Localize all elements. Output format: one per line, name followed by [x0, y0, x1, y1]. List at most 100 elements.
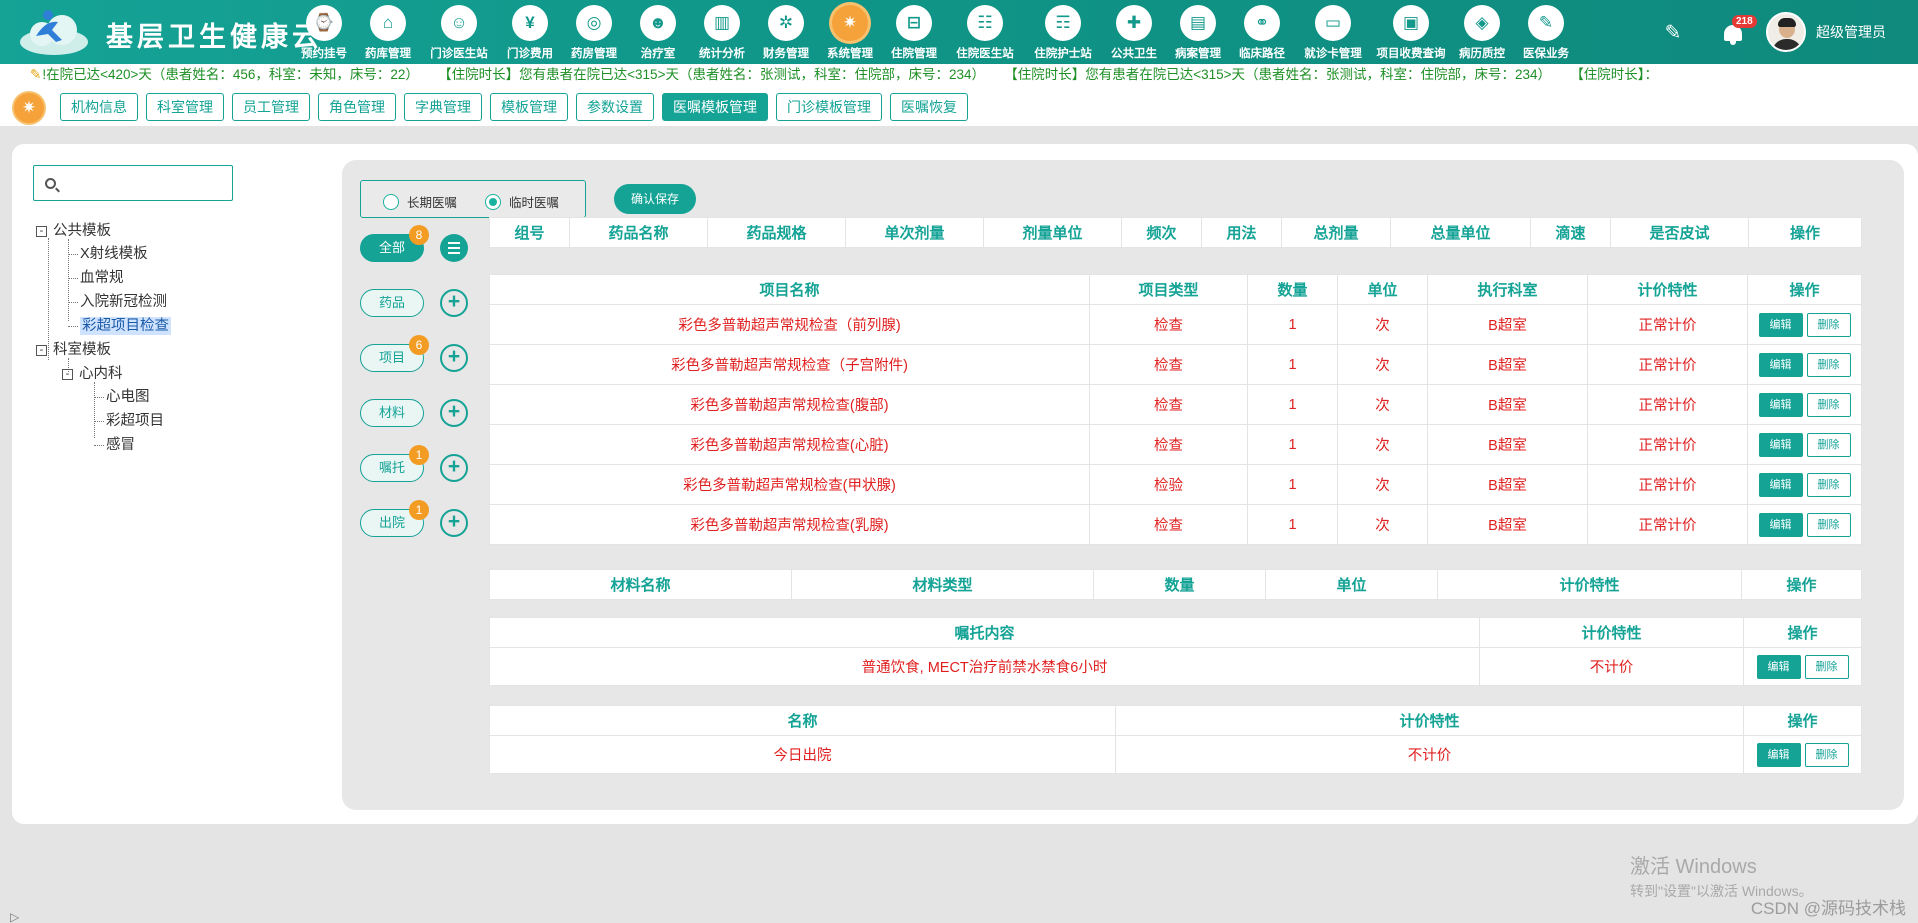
delete-button[interactable]: 删除 — [1806, 432, 1851, 457]
nav-item[interactable]: ⊟ 住院管理 — [882, 0, 946, 64]
tab-module[interactable]: 参数设置 — [576, 93, 654, 121]
nav-item[interactable]: ◈ 病历质控 — [1450, 0, 1514, 64]
list-menu-icon[interactable] — [440, 234, 468, 262]
row-actions: 编辑 删除 — [1747, 464, 1862, 505]
delete-button[interactable]: 删除 — [1804, 654, 1849, 679]
discharge-table: 名称 计价特性 操作 今日出院 不计价 编辑 删除 — [489, 705, 1862, 774]
nav-item[interactable]: ▤ 病案管理 — [1166, 0, 1230, 64]
table-cell: B超室 — [1427, 304, 1588, 345]
tab-module[interactable]: 医嘱恢复 — [890, 93, 968, 121]
nav-item-label: 病案管理 — [1175, 48, 1221, 60]
add-discharge-icon[interactable]: + — [440, 509, 468, 537]
nav-item[interactable]: ☷ 住院医生站 — [946, 0, 1024, 64]
tab-module[interactable]: 模板管理 — [490, 93, 568, 121]
category-all[interactable]: 全部 8 — [360, 225, 429, 262]
column-header: 药品规格 — [707, 217, 846, 248]
table-cell: 检查 — [1089, 424, 1248, 465]
tab-module[interactable]: 字典管理 — [404, 93, 482, 121]
edit-button[interactable]: 编辑 — [1758, 432, 1803, 457]
tab-module[interactable]: 员工管理 — [232, 93, 310, 121]
edit-button[interactable]: 编辑 — [1758, 352, 1803, 377]
tab-module[interactable]: 科室管理 — [146, 93, 224, 121]
add-entrust-icon[interactable]: + — [440, 454, 468, 482]
edit-button[interactable]: 编辑 — [1756, 742, 1801, 767]
top-header: 基层卫生健康云 ⌚ 预约挂号 ⌂ 药库管理 ☺ 门诊医生站 ¥ 门诊费用 ◎ 药房管理 ☻ 治疗室 ▥ 统… — [0, 0, 1918, 64]
nav-item[interactable]: ☺ 门诊医生站 — [420, 0, 498, 64]
nav-item-label: 药房管理 — [571, 48, 617, 60]
template-panel: 长期医嘱 临时医嘱 确认保存 全部 8 药品 + 项目 6 + 材料 + 嘱托 1 +… — [342, 160, 1904, 810]
nav-item[interactable]: ⌂ 药库管理 — [356, 0, 420, 64]
radio-temporary[interactable]: 临时医嘱 — [485, 192, 559, 211]
collapse-toggle-icon[interactable]: - — [36, 226, 47, 237]
tree-search[interactable] — [33, 165, 233, 201]
nav-item-label: 预约挂号 — [301, 48, 347, 60]
table-cell: 今日出院 — [489, 735, 1116, 774]
tree-node-ultrasound-items[interactable]: 彩超项目 — [106, 410, 164, 432]
category-material[interactable]: 材料 — [360, 399, 424, 427]
edit-pencil-icon[interactable]: ✎ — [1656, 20, 1690, 45]
nav-item[interactable]: ✲ 财务管理 — [754, 0, 818, 64]
delete-button[interactable]: 删除 — [1806, 392, 1851, 417]
edit-button[interactable]: 编辑 — [1758, 312, 1803, 337]
tab-module[interactable]: 门诊模板管理 — [776, 93, 882, 121]
nav-item-label: 医保业务 — [1523, 48, 1569, 60]
radio-dot[interactable] — [383, 193, 399, 210]
tree-node-ecg[interactable]: 心电图 — [106, 386, 150, 408]
tab-module[interactable]: 机构信息 — [60, 93, 138, 121]
user-name[interactable]: 超级管理员 — [1816, 22, 1886, 42]
nav-item[interactable]: ✷ 系统管理 — [818, 0, 882, 64]
avatar[interactable] — [1766, 12, 1806, 52]
edit-button[interactable]: 编辑 — [1756, 654, 1801, 679]
notification-bell-icon[interactable]: 218 — [1718, 15, 1757, 47]
category-item[interactable]: 项目 6 — [360, 335, 429, 372]
tree-node-cold[interactable]: 感冒 — [106, 434, 135, 456]
nav-item[interactable]: ▭ 就诊卡管理 — [1294, 0, 1372, 64]
tab-module[interactable]: 医嘱模板管理 — [662, 93, 768, 121]
category-drug[interactable]: 药品 — [360, 289, 424, 317]
delete-button[interactable]: 删除 — [1806, 512, 1851, 537]
add-material-icon[interactable]: + — [440, 399, 468, 427]
delete-button[interactable]: 删除 — [1806, 352, 1851, 377]
add-item-icon[interactable]: + — [440, 344, 468, 372]
category-discharge[interactable]: 出院 1 — [360, 500, 429, 537]
confirm-save-button[interactable]: 确认保存 — [614, 184, 696, 214]
tree-node-blood[interactable]: 血常规 — [80, 267, 124, 289]
table-cell: 检查 — [1089, 344, 1248, 385]
nav-item-label: 系统管理 — [827, 48, 873, 60]
tree-node-covid[interactable]: 入院新冠检测 — [80, 291, 167, 313]
edit-button[interactable]: 编辑 — [1758, 472, 1803, 497]
nav-item[interactable]: ◎ 药房管理 — [562, 0, 626, 64]
collapse-toggle-icon[interactable]: - — [36, 345, 47, 356]
delete-button[interactable]: 删除 — [1806, 312, 1851, 337]
search-input[interactable] — [64, 170, 224, 196]
ward-doctor-icon: ☷ — [967, 5, 1003, 41]
delete-button[interactable]: 删除 — [1806, 472, 1851, 497]
nav-item[interactable]: ⚭ 临床路径 — [1230, 0, 1294, 64]
header-right: ✎ 218 超级管理员 — [1656, 0, 1918, 64]
nav-item-label: 门诊医生站 — [430, 48, 488, 60]
table-cell: B超室 — [1427, 424, 1588, 465]
category-entrust[interactable]: 嘱托 1 — [360, 445, 429, 482]
nav-item[interactable]: ☻ 治疗室 — [626, 0, 690, 64]
nav-item[interactable]: ⌚ 预约挂号 — [292, 0, 356, 64]
edit-button[interactable]: 编辑 — [1758, 392, 1803, 417]
radio-long-term[interactable]: 长期医嘱 — [383, 192, 457, 211]
nav-item[interactable]: ✚ 公共卫生 — [1102, 0, 1166, 64]
nav-item[interactable]: ¥ 门诊费用 — [498, 0, 562, 64]
radio-dot-selected[interactable] — [485, 193, 501, 210]
delete-button[interactable]: 删除 — [1804, 742, 1849, 767]
nav-item[interactable]: ▣ 项目收费查询 — [1372, 0, 1450, 64]
tree-node-ultrasound[interactable]: 彩超项目检查 — [80, 315, 171, 337]
pill-icon: ◎ — [576, 5, 612, 41]
nav-item[interactable]: ✎ 医保业务 — [1514, 0, 1578, 64]
table-cell: 彩色多普勒超声常规检查(甲状腺) — [489, 464, 1090, 505]
tab-module[interactable]: 角色管理 — [318, 93, 396, 121]
edit-button[interactable]: 编辑 — [1758, 512, 1803, 537]
add-drug-icon[interactable]: + — [440, 289, 468, 317]
tree-node-xray[interactable]: X射线模板 — [80, 243, 148, 265]
nav-item[interactable]: ☶ 住院护士站 — [1024, 0, 1102, 64]
collapse-toggle-icon[interactable]: - — [62, 369, 73, 380]
table-cell: 彩色多普勒超声常规检查(腹部) — [489, 384, 1090, 425]
nav-item-label: 统计分析 — [699, 48, 745, 60]
nav-item[interactable]: ▥ 统计分析 — [690, 0, 754, 64]
